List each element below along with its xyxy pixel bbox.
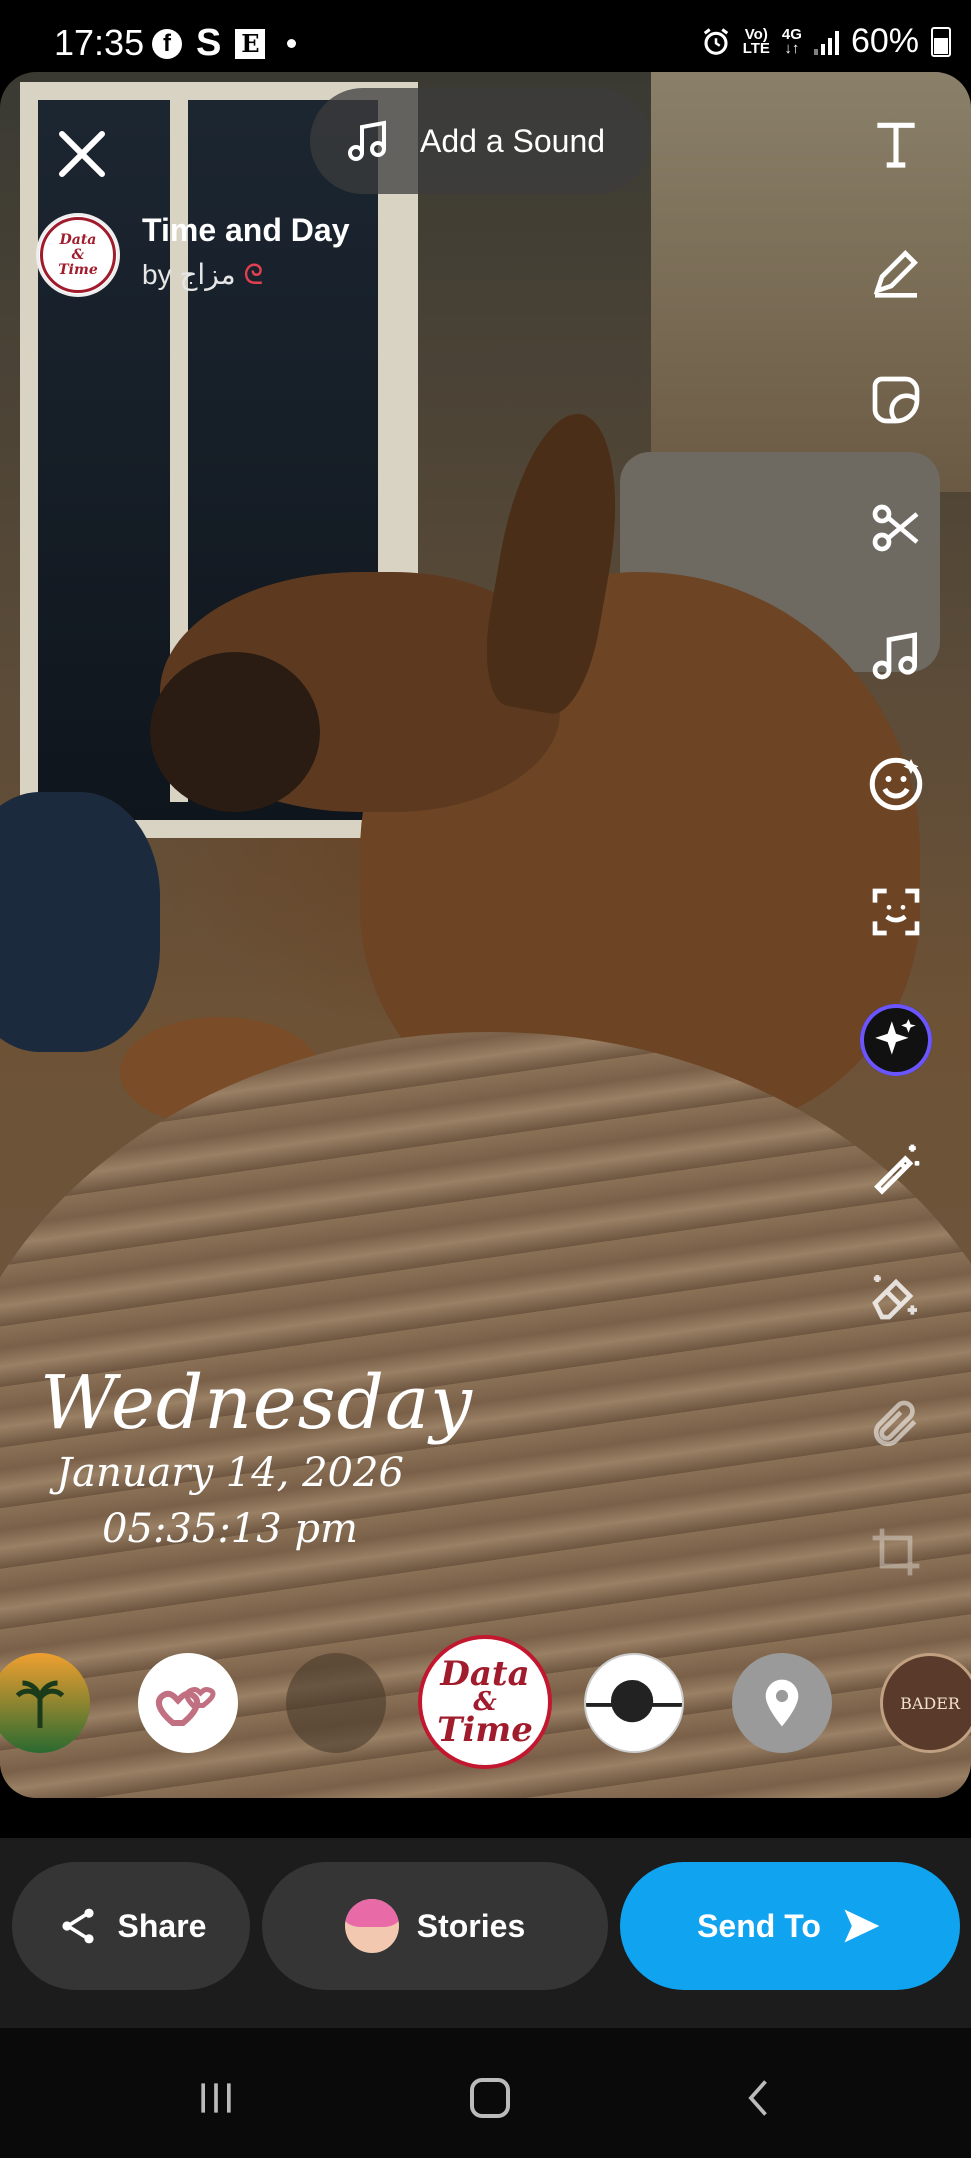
clock: 17:35 — [54, 22, 145, 63]
ai-sparkle-icon — [875, 1019, 916, 1055]
data-arrows-icon: ↓↑ — [784, 39, 800, 57]
lens-avatar[interactable]: Data & Time — [36, 213, 120, 297]
lens-avatar-text-3: Time — [58, 261, 98, 278]
lens-item-sunset[interactable] — [0, 1653, 90, 1753]
back-button[interactable] — [730, 2068, 790, 2128]
active-lens-text-3: Time — [437, 1710, 533, 1750]
draw-tool-button[interactable] — [860, 236, 932, 308]
lens-avatar-text-2: & — [71, 246, 85, 263]
bitmoji-avatar — [344, 1899, 399, 1953]
close-icon — [59, 131, 105, 177]
lens-emoji-button[interactable] — [860, 748, 932, 820]
lens-avatar-logo: Data & Time — [40, 217, 116, 293]
recent-apps-icon — [201, 2083, 231, 2113]
notification-icons: f S E — [152, 22, 297, 65]
recent-apps-button[interactable] — [186, 2068, 246, 2128]
attach-link-icon — [873, 1400, 917, 1447]
eclipse-icon — [586, 1679, 682, 1751]
battery-icon — [931, 26, 951, 57]
active-lens-text-1: Data — [440, 1654, 530, 1694]
signal-icon — [813, 29, 839, 55]
lens-item-eclipse[interactable] — [584, 1653, 684, 1753]
creator-badge-icon: ᘓ — [243, 259, 264, 290]
scissors-tool-icon — [872, 504, 919, 552]
lens-creator-name: by مزاج — [142, 259, 236, 290]
lens-carousel: Data & Time BADER — [0, 1635, 971, 1769]
data-indicator: 4G ↓↑ — [782, 27, 802, 57]
lens-avatar-text-1: Data — [59, 231, 97, 248]
eraser-tool-icon — [872, 1275, 917, 1320]
attach-link-button[interactable] — [860, 1388, 932, 1460]
add-sound-button[interactable]: Add a Sound — [310, 88, 650, 194]
emoji-lens-icon — [869, 757, 923, 811]
system-icons: Vo) LTE 4G ↓↑ 60% — [701, 22, 951, 61]
action-bar: Share Stories Send To — [0, 1838, 971, 2028]
text-tool-icon — [877, 122, 915, 168]
draw-tool-icon — [873, 250, 918, 298]
music-tool-button[interactable] — [860, 620, 932, 692]
stories-button[interactable]: Stories — [262, 1862, 608, 1990]
home-button[interactable] — [460, 2068, 520, 2128]
status-bar: 17:35 f S E Vo) LTE 4G ↓↑ 60% — [0, 0, 971, 72]
magic-wand-icon — [874, 1144, 920, 1195]
facebook-icon: f — [152, 28, 182, 59]
battery-percent: 60% — [850, 22, 919, 60]
volte-bottom: LTE — [742, 39, 770, 57]
send-to-button[interactable]: Send To — [620, 1862, 960, 1990]
lens-title[interactable]: Time and Day — [142, 212, 349, 249]
e-app-icon: E — [235, 28, 266, 59]
add-sound-label: Add a Sound — [420, 122, 606, 159]
crop-tool-icon — [872, 1528, 920, 1576]
volte-indicator: Vo) LTE — [742, 27, 770, 57]
weekday-text: Wednesday — [40, 1360, 473, 1446]
pillow — [0, 792, 160, 1052]
bader-badge-text: BADER — [900, 1693, 960, 1713]
lens-item-hearts[interactable] — [138, 1653, 238, 1753]
share-icon — [61, 1908, 94, 1944]
hearts-icon — [155, 1686, 216, 1726]
more-notifications-dot — [287, 39, 297, 48]
magic-wand-button[interactable] — [860, 1132, 932, 1204]
palm-tree-icon — [15, 1680, 65, 1728]
back-icon — [748, 2080, 767, 2116]
time-text: 05:35:13 pm — [102, 1506, 358, 1552]
close-button[interactable] — [52, 124, 112, 184]
stories-label: Stories — [416, 1907, 526, 1944]
send-arrow-icon — [844, 1909, 880, 1943]
music-note-icon — [348, 120, 386, 161]
system-nav-bar — [0, 2028, 971, 2158]
s-app-icon: S — [196, 22, 222, 64]
scan-tool-icon — [872, 888, 920, 936]
lens-item-blank[interactable] — [286, 1653, 386, 1753]
send-to-label: Send To — [697, 1907, 821, 1944]
sticker-tool-button[interactable] — [860, 364, 932, 436]
home-icon — [470, 2078, 510, 2118]
active-lens-logo: Data & Time — [437, 1657, 533, 1747]
date-overlay[interactable]: Wednesday January 14, 2026 05:35:13 pm — [40, 1360, 473, 1552]
lens-item-active[interactable]: Data & Time — [418, 1635, 552, 1769]
share-label: Share — [117, 1907, 207, 1944]
crop-tool-button[interactable] — [860, 1516, 932, 1588]
music-tool-icon — [872, 632, 917, 680]
alarm-icon — [703, 27, 728, 55]
text-tool-button[interactable] — [860, 108, 932, 180]
lens-item-bader[interactable]: BADER — [880, 1653, 971, 1753]
date-text: January 14, 2026 — [56, 1450, 404, 1496]
lens-creator[interactable]: by مزاج ᘓ — [142, 258, 263, 292]
eraser-tool-button[interactable] — [860, 1260, 932, 1332]
dog-muzzle — [150, 652, 320, 812]
scan-tool-button[interactable] — [860, 876, 932, 948]
lens-item-location[interactable] — [732, 1653, 832, 1753]
ai-sparkle-button[interactable] — [860, 1004, 932, 1076]
share-button[interactable]: Share — [12, 1862, 250, 1990]
sticker-tool-icon — [872, 376, 920, 424]
location-pin-icon — [765, 1679, 799, 1727]
scissors-tool-button[interactable] — [860, 492, 932, 564]
